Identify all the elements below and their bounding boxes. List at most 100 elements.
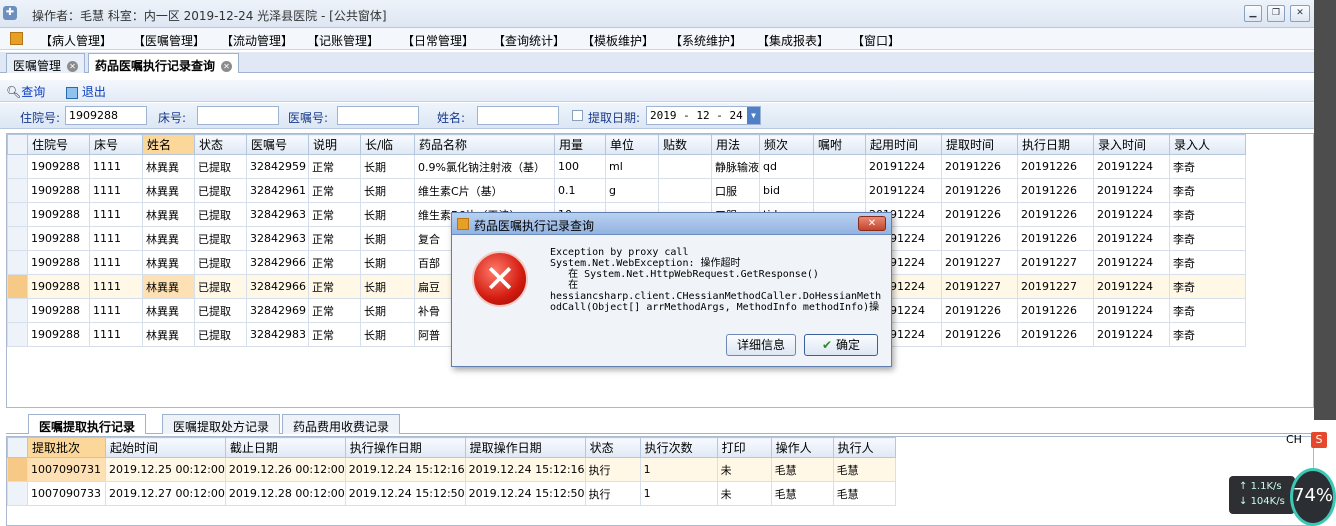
bed-no-input[interactable] (197, 106, 279, 125)
extract-header[interactable]: 执行操作日期 (344, 437, 466, 458)
close-icon[interactable]: ✕ (67, 61, 79, 72)
order-header[interactable]: 起用时间 (865, 134, 942, 155)
table-cell[interactable]: 1909288 (27, 226, 90, 251)
table-cell[interactable]: 林異異 (142, 178, 195, 203)
order-header[interactable]: 录入时间 (1093, 134, 1170, 155)
tab-order-management[interactable]: 医嘱管理 ✕ (6, 53, 86, 73)
table-cell[interactable]: 正常 (308, 274, 361, 299)
table-cell[interactable]: 20191227 (1017, 274, 1094, 299)
table-cell[interactable]: 1111 (89, 226, 143, 251)
table-cell[interactable]: 林異異 (142, 250, 195, 275)
table-cell[interactable]: 20191224 (1093, 322, 1170, 347)
table-cell[interactable]: 执行 (584, 457, 641, 482)
table-cell[interactable]: 口服 (711, 178, 760, 203)
table-cell[interactable]: 1111 (89, 322, 143, 347)
order-header[interactable]: 床号 (89, 134, 143, 155)
table-cell[interactable]: 20191226 (1017, 202, 1094, 227)
tab-drug-fee-record[interactable]: 药品费用收费记录 (282, 414, 401, 434)
extract-header[interactable]: 提取操作日期 (464, 437, 586, 458)
table-cell[interactable]: 1007090731 (27, 457, 106, 482)
table-cell[interactable]: 已提取 (194, 178, 247, 203)
table-cell[interactable]: 长期 (360, 202, 415, 227)
row-header[interactable] (7, 274, 28, 299)
extract-header[interactable]: 起始时间 (105, 437, 226, 458)
table-cell[interactable]: 20191227 (941, 250, 1018, 275)
table-cell[interactable]: 20191224 (1093, 226, 1170, 251)
table-cell[interactable]: 已提取 (194, 274, 247, 299)
order-header[interactable]: 住院号 (27, 134, 90, 155)
table-cell[interactable]: 正常 (308, 202, 361, 227)
table-cell[interactable]: 2019.12.28 00:12:00 (224, 481, 346, 506)
table-cell[interactable] (658, 178, 712, 203)
query-button[interactable]: 🔍︎查询 (6, 83, 45, 100)
extract-header[interactable]: 状态 (584, 437, 641, 458)
order-header[interactable]: 嘱咐 (813, 134, 866, 155)
ime-indicator[interactable]: CH (1286, 433, 1302, 446)
tab-drug-order-query[interactable]: 药品医嘱执行记录查询 ✕ (88, 53, 240, 73)
row-header[interactable] (7, 298, 28, 323)
table-cell[interactable]: 20191226 (1017, 178, 1094, 203)
extract-header[interactable]: 操作人 (770, 437, 834, 458)
menu-reports[interactable]: 【集成报表】 (757, 32, 829, 49)
table-cell[interactable]: 已提取 (194, 154, 247, 179)
table-cell[interactable]: 20191224 (865, 154, 942, 179)
order-header[interactable]: 提取时间 (941, 134, 1018, 155)
table-cell[interactable]: 1909288 (27, 322, 90, 347)
table-cell[interactable]: 正常 (308, 298, 361, 323)
tab-extract-exec-record[interactable]: 医嘱提取执行记录 (28, 414, 147, 434)
table-cell[interactable]: 林異異 (142, 274, 195, 299)
menu-template[interactable]: 【模板维护】 (582, 32, 654, 49)
menu-system[interactable]: 【系统维护】 (670, 32, 742, 49)
table-cell[interactable]: bid (759, 178, 814, 203)
table-cell[interactable] (658, 154, 712, 179)
table-cell[interactable]: 20191224 (1093, 154, 1170, 179)
table-cell[interactable]: 1909288 (27, 202, 90, 227)
menu-order[interactable]: 【医嘱管理】 (133, 32, 205, 49)
table-cell[interactable]: 毛慧 (770, 457, 834, 482)
row-header[interactable] (7, 154, 28, 179)
row-header[interactable] (7, 322, 28, 347)
table-cell[interactable]: 正常 (308, 226, 361, 251)
table-cell[interactable]: 长期 (360, 322, 415, 347)
order-header[interactable]: 贴数 (658, 134, 712, 155)
table-cell[interactable]: g (605, 178, 659, 203)
table-cell[interactable]: 已提取 (194, 226, 247, 251)
table-row[interactable]: 1007090731 2019.12.25 00:12:00 2019.12.26 … (7, 457, 896, 482)
table-cell[interactable]: 1909288 (27, 250, 90, 275)
table-cell[interactable]: 32842969 (246, 298, 309, 323)
table-cell[interactable]: 静脉输液 (711, 154, 760, 179)
table-cell[interactable]: 1111 (89, 178, 143, 203)
row-header[interactable] (7, 202, 28, 227)
table-cell[interactable]: 32842966 (246, 250, 309, 275)
table-cell[interactable]: 1 (639, 457, 718, 482)
table-row[interactable]: 1007090733 2019.12.27 00:12:00 2019.12.28 … (7, 481, 896, 506)
table-cell[interactable]: 2019.12.27 00:12:00 (105, 481, 226, 506)
table-cell[interactable]: 正常 (308, 154, 361, 179)
row-header[interactable] (7, 178, 28, 203)
exit-button[interactable]: 退出 (66, 83, 106, 100)
table-cell[interactable]: 20191226 (941, 298, 1018, 323)
table-cell[interactable]: 2019.12.26 00:12:00 (224, 457, 346, 482)
table-cell[interactable]: 1 (639, 481, 718, 506)
table-cell[interactable]: 维生素C片（基） (414, 178, 555, 203)
table-cell[interactable]: 李奇 (1169, 274, 1246, 299)
table-cell[interactable]: 2019.12.24 15:12:50 (464, 481, 586, 506)
order-header[interactable]: 频次 (759, 134, 814, 155)
table-cell[interactable]: 1909288 (27, 154, 90, 179)
restore-button[interactable]: ❐ (1267, 5, 1285, 22)
table-cell[interactable]: 林異異 (142, 226, 195, 251)
table-cell[interactable]: 20191224 (1093, 178, 1170, 203)
table-cell[interactable]: 20191224 (1093, 250, 1170, 275)
table-cell[interactable]: 林異異 (142, 298, 195, 323)
table-row[interactable]: 1909288 1111 林異異 已提取 32842959 正常 长期 0.9%氯化钠注射液（… (7, 154, 1246, 179)
table-cell[interactable]: 1111 (89, 250, 143, 275)
table-cell[interactable]: 执行 (584, 481, 641, 506)
table-cell[interactable]: ml (605, 154, 659, 179)
input-method-icon[interactable]: S (1311, 432, 1327, 448)
table-cell[interactable]: 长期 (360, 250, 415, 275)
dialog-close-button[interactable]: ✕ (858, 216, 886, 231)
row-header[interactable] (7, 457, 28, 482)
table-cell[interactable]: 1007090733 (27, 481, 106, 506)
order-header[interactable]: 用量 (554, 134, 606, 155)
table-cell[interactable]: 1111 (89, 154, 143, 179)
